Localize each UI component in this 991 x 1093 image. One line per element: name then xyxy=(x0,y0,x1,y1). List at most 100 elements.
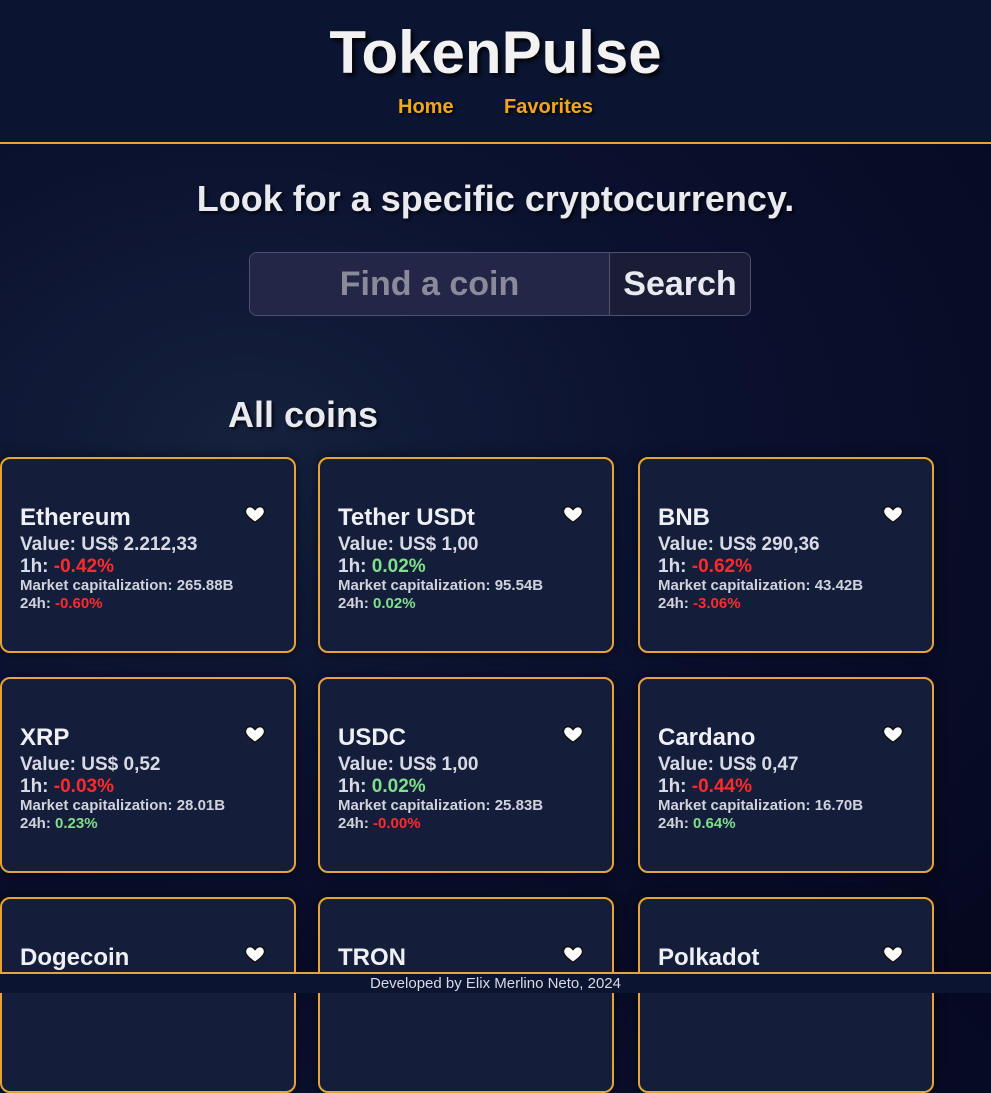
coin-name: Cardano xyxy=(658,724,756,751)
coin-market-cap: Market capitalization: 43.42B xyxy=(658,577,863,594)
value-amount: US$ 1,00 xyxy=(399,754,479,775)
coin-change-1h: 1h: -0.42% xyxy=(20,556,114,578)
coin-change-1h: 1h: -0.62% xyxy=(658,556,752,578)
h24-label: 24h: xyxy=(658,595,689,612)
coin-change-24h: 24h: 0.02% xyxy=(338,595,416,612)
coin-market-cap: Market capitalization: 95.54B xyxy=(338,577,543,594)
h1-value: 0.02% xyxy=(371,776,426,797)
market-cap-value: 43.42B xyxy=(814,577,864,594)
coin-value: Value: US$ 0,52 xyxy=(20,754,161,776)
h24-label: 24h: xyxy=(20,815,51,832)
value-amount: US$ 2.212,33 xyxy=(81,534,198,555)
coin-name: Ethereum xyxy=(20,504,131,531)
market-cap-label: Market capitalization: xyxy=(338,797,491,814)
value-amount: US$ 290,36 xyxy=(719,534,820,555)
heart-icon[interactable] xyxy=(244,503,266,525)
value-label: Value: xyxy=(20,754,76,775)
coin-card[interactable]: XRP Value: US$ 0,52 1h: -0.03% Market capit… xyxy=(0,677,296,873)
h1-label: 1h: xyxy=(658,556,687,577)
coin-change-1h: 1h: -0.03% xyxy=(20,776,114,798)
h24-value: -0.00% xyxy=(373,815,421,832)
coin-change-24h: 24h: -0.00% xyxy=(338,815,421,832)
site-header: TokenPulse Home Favorites xyxy=(0,0,991,144)
h24-label: 24h: xyxy=(20,595,51,612)
h24-value: -0.60% xyxy=(55,595,103,612)
market-cap-label: Market capitalization: xyxy=(20,577,173,594)
market-cap-label: Market capitalization: xyxy=(338,577,491,594)
coin-change-24h: 24h: 0.23% xyxy=(20,815,98,832)
heart-icon[interactable] xyxy=(882,503,904,525)
h24-value: 0.02% xyxy=(373,595,416,612)
coin-card[interactable]: TRON xyxy=(318,897,614,1093)
main-nav: Home Favorites xyxy=(0,96,991,119)
coin-market-cap: Market capitalization: 265.88B xyxy=(20,577,233,594)
heart-icon[interactable] xyxy=(882,943,904,965)
coin-market-cap: Market capitalization: 28.01B xyxy=(20,797,225,814)
market-cap-value: 25.83B xyxy=(494,797,544,814)
value-label: Value: xyxy=(338,534,394,555)
h24-value: 0.23% xyxy=(55,815,98,832)
coin-name: Polkadot xyxy=(658,944,760,971)
value-label: Value: xyxy=(658,534,714,555)
coin-market-cap: Market capitalization: 25.83B xyxy=(338,797,543,814)
heart-icon[interactable] xyxy=(562,723,584,745)
coin-value: Value: US$ 2.212,33 xyxy=(20,534,197,556)
search-bar: Search xyxy=(249,252,751,316)
coin-change-1h: 1h: 0.02% xyxy=(338,556,426,578)
nav-home-link[interactable]: Home xyxy=(398,96,454,119)
h1-value: -0.42% xyxy=(53,556,114,577)
h1-value: -0.62% xyxy=(691,556,752,577)
market-cap-value: 265.88B xyxy=(176,577,234,594)
nav-favorites-link[interactable]: Favorites xyxy=(504,96,593,119)
value-label: Value: xyxy=(20,534,76,555)
heart-icon[interactable] xyxy=(562,503,584,525)
market-cap-value: 16.70B xyxy=(814,797,864,814)
coin-change-24h: 24h: 0.64% xyxy=(658,815,736,832)
coin-name: Tether USDt xyxy=(338,504,475,531)
value-amount: US$ 1,00 xyxy=(399,534,479,555)
coin-card[interactable]: Dogecoin xyxy=(0,897,296,1093)
coin-card[interactable]: USDC Value: US$ 1,00 1h: 0.02% Market capit… xyxy=(318,677,614,873)
value-amount: US$ 0,47 xyxy=(719,754,799,775)
heart-icon[interactable] xyxy=(244,723,266,745)
h1-label: 1h: xyxy=(20,556,49,577)
search-button[interactable]: Search xyxy=(609,253,750,315)
coin-name: TRON xyxy=(338,944,406,971)
h24-value: 0.64% xyxy=(693,815,736,832)
brand-title: TokenPulse xyxy=(329,19,662,86)
h1-label: 1h: xyxy=(338,776,367,797)
heart-icon[interactable] xyxy=(244,943,266,965)
coin-change-1h: 1h: 0.02% xyxy=(338,776,426,798)
h24-label: 24h: xyxy=(658,815,689,832)
all-coins-title: All coins xyxy=(228,394,379,435)
h24-value: -3.06% xyxy=(693,595,741,612)
heart-icon[interactable] xyxy=(562,943,584,965)
market-cap-value: 95.54B xyxy=(494,577,544,594)
coin-value: Value: US$ 290,36 xyxy=(658,534,820,556)
h1-label: 1h: xyxy=(658,776,687,797)
coin-value: Value: US$ 1,00 xyxy=(338,754,479,776)
h1-label: 1h: xyxy=(20,776,49,797)
footer-credit: Developed by Elix Merlino Neto, 2024 xyxy=(0,972,991,993)
coin-name: Dogecoin xyxy=(20,944,130,971)
market-cap-label: Market capitalization: xyxy=(658,577,811,594)
value-label: Value: xyxy=(658,754,714,775)
market-cap-label: Market capitalization: xyxy=(20,797,173,814)
heart-icon[interactable] xyxy=(882,723,904,745)
coin-card[interactable]: Tether USDt Value: US$ 1,00 1h: 0.02% Marke… xyxy=(318,457,614,653)
h1-label: 1h: xyxy=(338,556,367,577)
h1-value: 0.02% xyxy=(371,556,426,577)
coin-value: Value: US$ 0,47 xyxy=(658,754,799,776)
search-headline: Look for a specific cryptocurrency. xyxy=(196,178,795,219)
coin-search-input[interactable] xyxy=(250,253,609,315)
coin-market-cap: Market capitalization: 16.70B xyxy=(658,797,863,814)
h1-value: -0.03% xyxy=(53,776,114,797)
coin-card[interactable]: Cardano Value: US$ 0,47 1h: -0.44% Market c… xyxy=(638,677,934,873)
coin-card[interactable]: Ethereum Value: US$ 2.212,33 1h: -0.42% Mar… xyxy=(0,457,296,653)
coin-card[interactable]: BNB Value: US$ 290,36 1h: -0.62% Market cap… xyxy=(638,457,934,653)
coin-name: XRP xyxy=(20,724,70,751)
h24-label: 24h: xyxy=(338,815,369,832)
coin-value: Value: US$ 1,00 xyxy=(338,534,479,556)
coin-card[interactable]: Polkadot xyxy=(638,897,934,1093)
value-label: Value: xyxy=(338,754,394,775)
